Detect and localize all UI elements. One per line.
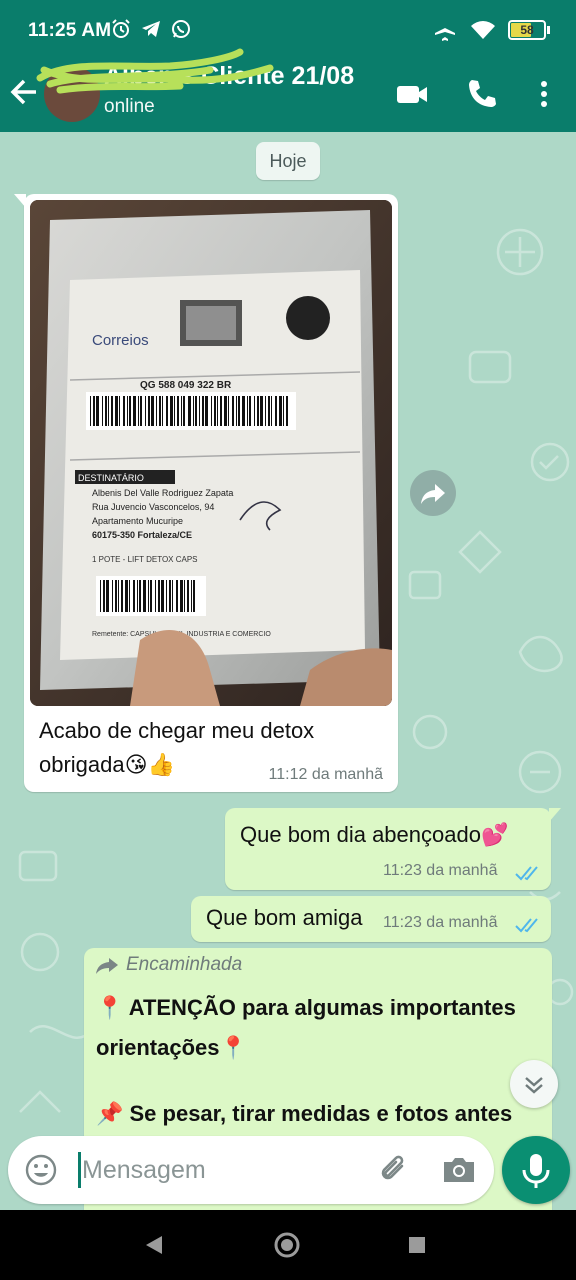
camera-icon [444,1158,474,1182]
photo-complement: Apartamento Mucuripe [92,516,183,526]
forwarded-line-2: 📌 Se pesar, tirar medidas e fotos antes [96,1101,513,1126]
more-options-button[interactable] [526,76,562,112]
chat-header: Albenis Cliente 21/08 online [0,48,576,132]
photo-address: Rua Juvencio Vasconcelos, 94 [92,502,214,512]
phone-icon [469,80,496,107]
alarm-icon [110,18,132,40]
outgoing-message-text: Que bom amiga [206,905,363,930]
airplane-icon [435,20,455,41]
chevron-down-icon [525,1077,543,1094]
date-chip: Hoje [256,142,320,180]
composer [8,1136,494,1204]
photo-product: 1 POTE - LIFT DETOX CAPS [92,555,198,564]
emoji-button[interactable] [24,1153,58,1187]
nav-back-icon [146,1236,162,1254]
barcode-2 [96,576,206,616]
notification-icons [110,18,192,40]
bubble-tail [549,808,561,822]
photo-section: DESTINATÁRIO [78,473,144,483]
battery-level: 58 [520,23,534,37]
photo-recipient: Albenis Del Valle Rodriguez Zapata [92,488,233,498]
attach-button[interactable] [376,1152,412,1188]
outgoing-message[interactable]: Que bom dia abençoado💕 11:23 da manhã [225,808,561,890]
outgoing-message[interactable]: Que bom amiga 11:23 da manhã [191,896,551,942]
voice-call-button[interactable] [464,76,500,112]
text-caret [78,1152,81,1188]
forward-icon [421,484,445,504]
photo-tracking: QG 588 049 322 BR [140,380,232,391]
contact-status: online [104,96,155,117]
redaction-scribble [36,48,274,94]
bubble-tail [14,194,26,208]
wifi-icon [471,21,495,39]
nav-home-button[interactable] [272,1230,302,1260]
video-call-icon [397,86,427,103]
nav-recents-icon [409,1237,425,1253]
whatsapp-icon [170,18,192,40]
photo-brand: Correios [92,332,149,349]
mic-icon [522,1154,550,1188]
emoji-icon [25,1154,57,1186]
forwarded-line-1: 📍 ATENÇÃO para algumas importantes orien… [96,995,516,1060]
system-icons: 58 [432,18,550,42]
forwarded-message-text: 📍 ATENÇÃO para algumas importantes orien… [96,988,536,1134]
navigation-bar [0,1210,576,1280]
nav-recents-button[interactable] [402,1230,432,1260]
scroll-to-bottom-button[interactable] [510,1060,558,1108]
outgoing-message-time: 11:23 da manhã [383,862,498,879]
outgoing-message-time: 11:23 da manhã [383,914,498,931]
barcode [86,392,296,430]
top-bar: 11:25 AM 58 Albenis Cliente 21/08 online [0,0,576,132]
chat-area[interactable]: Hoje Correios QG 588 049 322 BR DESTINAT… [0,132,576,1210]
forward-button[interactable] [410,470,456,516]
more-vert-icon [541,81,547,107]
forwarded-label-text: Encaminhada [126,954,243,975]
nav-back-button[interactable] [140,1230,170,1260]
telegram-icon [140,18,162,40]
read-receipt-icon [515,918,538,933]
forwarded-icon [96,958,118,974]
video-call-button[interactable] [394,76,430,112]
incoming-message-time: 11:12 da manhã [268,766,383,783]
message-input[interactable] [82,1150,362,1190]
nav-home-icon [274,1232,300,1258]
status-time: 11:25 AM [28,20,112,41]
read-receipt-icon [515,866,538,881]
attach-icon [381,1155,404,1180]
battery-icon: 58 [508,20,550,40]
camera-button[interactable] [440,1152,478,1188]
outgoing-message-text: Que bom dia abençoado💕 [240,822,509,847]
voice-record-button[interactable] [502,1136,570,1204]
incoming-message[interactable]: Correios QG 588 049 322 BR DESTINATÁRIO … [14,194,398,792]
package-photo: Correios QG 588 049 322 BR DESTINATÁRIO … [30,200,392,706]
photo-city: 60175-350 Fortaleza/CE [92,530,192,540]
message-photo[interactable]: Correios QG 588 049 322 BR DESTINATÁRIO … [30,200,392,706]
forwarded-label: Encaminhada [94,954,242,976]
